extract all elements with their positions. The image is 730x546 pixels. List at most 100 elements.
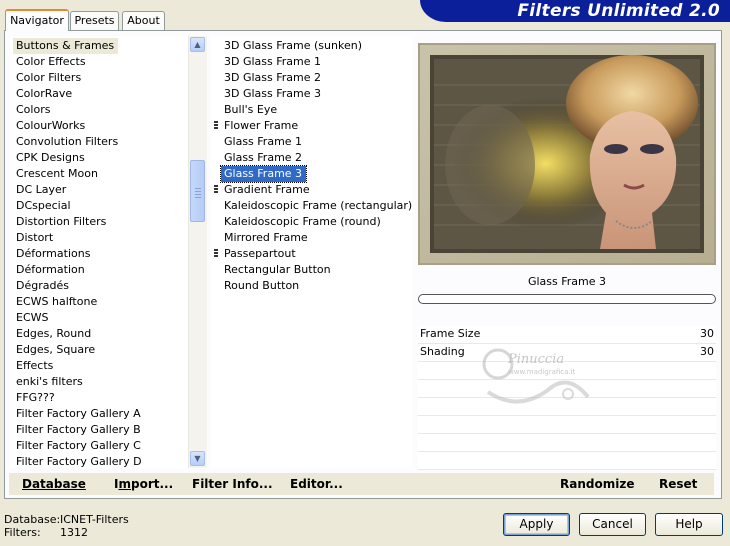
category-scrollbar[interactable]: ▲ ▼: [188, 36, 207, 468]
category-item[interactable]: Distortion Filters: [13, 214, 110, 230]
category-item[interactable]: Colors: [13, 102, 54, 118]
filter-item[interactable]: Bull's Eye: [221, 102, 281, 118]
tab-presets[interactable]: Presets: [70, 11, 119, 30]
filter-item-label: Rectangular Button: [224, 263, 331, 276]
category-item[interactable]: DC Layer: [13, 182, 70, 198]
filter-item[interactable]: Kaleidoscopic Frame (round): [221, 214, 385, 230]
filter-item[interactable]: Glass Frame 1: [221, 134, 306, 150]
scroll-up-button[interactable]: ▲: [190, 37, 205, 52]
filter-item-label: Bull's Eye: [224, 103, 278, 116]
category-item[interactable]: FFG???: [13, 390, 59, 406]
app-title-banner: Filters Unlimited 2.0: [420, 0, 730, 22]
filter-item-label: Kaleidoscopic Frame (round): [224, 215, 381, 228]
category-item[interactable]: Effects: [13, 358, 57, 374]
filter-item-label: 3D Glass Frame (sunken): [224, 39, 362, 52]
preview-image: [418, 43, 716, 265]
category-item[interactable]: Edges, Round: [13, 326, 95, 342]
filter-item[interactable]: 3D Glass Frame 3: [221, 86, 325, 102]
preview-artwork: [420, 45, 714, 263]
submenu-icon: [214, 185, 218, 195]
category-item[interactable]: Buttons & Frames: [13, 38, 119, 54]
param-row-empty: [418, 452, 716, 470]
category-item[interactable]: Distort: [13, 230, 57, 246]
filter-item-label: Glass Frame 1: [224, 135, 303, 148]
category-item[interactable]: Crescent Moon: [13, 166, 102, 182]
category-item[interactable]: Filter Factory Gallery B: [13, 422, 145, 438]
category-item[interactable]: Filter Factory Gallery A: [13, 406, 145, 422]
param-label: Frame Size: [420, 327, 481, 340]
category-item[interactable]: ECWS: [13, 310, 53, 326]
filter-item[interactable]: Glass Frame 2: [221, 150, 306, 166]
param-row-empty: [418, 434, 716, 452]
filter-item-label: Passepartout: [224, 247, 296, 260]
category-item[interactable]: Filter Factory Gallery D: [13, 454, 146, 468]
param-value: 30: [700, 327, 714, 340]
status-filters-value: 1312: [60, 526, 88, 539]
submenu-icon: [214, 249, 218, 259]
database-button[interactable]: Database: [22, 477, 86, 491]
category-items: Buttons & Frames Color Effects Color Filte…: [13, 38, 185, 468]
status-database-label: Database:: [4, 513, 61, 526]
category-item[interactable]: Filter Factory Gallery C: [13, 438, 145, 454]
help-button[interactable]: Help: [655, 513, 723, 536]
param-value: 30: [700, 345, 714, 358]
tab-navigator[interactable]: Navigator: [5, 9, 69, 31]
category-item[interactable]: Convolution Filters: [13, 134, 122, 150]
filter-item[interactable]: 3D Glass Frame 2: [221, 70, 325, 86]
category-item[interactable]: Color Filters: [13, 70, 85, 86]
app-title: Filters Unlimited 2.0: [517, 1, 720, 21]
apply-button[interactable]: Apply: [503, 513, 570, 536]
param-row-empty: [418, 416, 716, 434]
category-item[interactable]: Color Effects: [13, 54, 90, 70]
filter-item[interactable]: Kaleidoscopic Frame (rectangular): [221, 198, 416, 214]
submenu-icon: [214, 121, 218, 131]
filter-item-label: Round Button: [224, 279, 300, 292]
tab-about[interactable]: About: [122, 11, 165, 30]
status-filters-label: Filters:: [4, 526, 41, 539]
import-button[interactable]: Import...: [114, 477, 173, 491]
filter-item-label: 3D Glass Frame 1: [224, 55, 322, 68]
filter-item-label: Glass Frame 2: [224, 151, 303, 164]
reset-button[interactable]: Reset: [659, 477, 697, 491]
filter-item[interactable]: Glass Frame 3: [219, 165, 308, 183]
category-item[interactable]: DCspecial: [13, 198, 75, 214]
filter-item[interactable]: Flower Frame: [214, 118, 302, 134]
filter-item[interactable]: Gradient Frame: [214, 182, 314, 198]
filter-item-label: Flower Frame: [224, 119, 299, 132]
category-item[interactable]: ColourWorks: [13, 118, 89, 134]
watermark-name: Pinuccia: [508, 352, 565, 367]
filter-list[interactable]: 3D Glass Frame (sunken) 3D Glass Frame 1 3…: [211, 36, 412, 468]
filter-info-button[interactable]: Filter Info...: [192, 477, 273, 491]
editor-button[interactable]: Editor...: [290, 477, 343, 491]
scroll-down-button[interactable]: ▼: [190, 451, 205, 466]
filter-item[interactable]: Passepartout: [214, 246, 300, 262]
preview-filter-name: Glass Frame 3: [527, 275, 607, 288]
category-list[interactable]: Buttons & Frames Color Effects Color Filte…: [10, 36, 207, 468]
filter-item-label: 3D Glass Frame 3: [224, 87, 322, 100]
category-item[interactable]: Dégradés: [13, 278, 73, 294]
filter-item[interactable]: Rectangular Button: [221, 262, 335, 278]
progress-bar: [418, 294, 716, 304]
filter-item-label: Glass Frame 3: [224, 167, 303, 180]
category-item[interactable]: Edges, Square: [13, 342, 99, 358]
filter-item[interactable]: Round Button: [221, 278, 303, 294]
category-item[interactable]: CPK Designs: [13, 150, 89, 166]
filter-item-label: 3D Glass Frame 2: [224, 71, 322, 84]
category-item[interactable]: ECWS halftone: [13, 294, 101, 310]
category-item[interactable]: enki's filters: [13, 374, 87, 390]
randomize-button[interactable]: Randomize: [560, 477, 634, 491]
filter-item[interactable]: Mirrored Frame: [221, 230, 312, 246]
category-item[interactable]: Déformations: [13, 246, 94, 262]
filter-item[interactable]: 3D Glass Frame 1: [221, 54, 325, 70]
param-label: Shading: [420, 345, 465, 358]
scroll-thumb[interactable]: [190, 160, 205, 222]
watermark-url: www.madigrafica.it: [508, 368, 576, 376]
watermark: Pinuccia www.madigrafica.it: [478, 342, 608, 412]
filter-item-label: Mirrored Frame: [224, 231, 308, 244]
cancel-button[interactable]: Cancel: [579, 513, 646, 536]
category-item[interactable]: Déformation: [13, 262, 89, 278]
filter-item-label: Gradient Frame: [224, 183, 310, 196]
filter-items: 3D Glass Frame (sunken) 3D Glass Frame 1 3…: [214, 38, 412, 468]
filter-item[interactable]: 3D Glass Frame (sunken): [221, 38, 366, 54]
category-item[interactable]: ColorRave: [13, 86, 76, 102]
